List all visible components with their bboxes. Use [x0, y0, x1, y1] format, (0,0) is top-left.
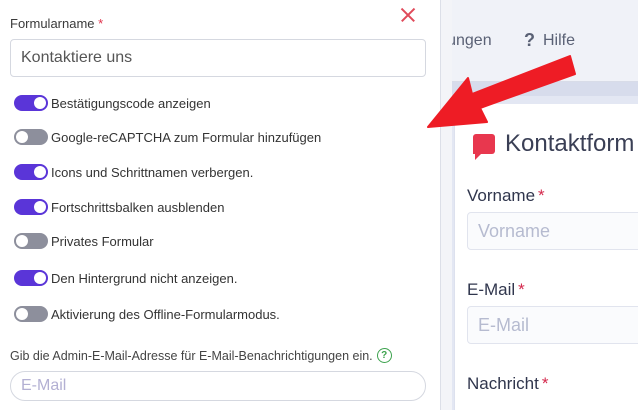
field-label-email: E-Mail *: [467, 280, 525, 299]
toggle-row-hide-icons[interactable]: Icons und Schrittnamen verbergen.: [14, 162, 253, 182]
toggle-label: Privates Formular: [51, 233, 154, 249]
toggle-row-recaptcha[interactable]: Google-reCAPTCHA zum Formular hinzufügen: [14, 127, 321, 147]
help-circle-icon[interactable]: ?: [376, 348, 392, 363]
toggle-row-confirmation-code[interactable]: Bestätigungscode anzeigen: [14, 93, 211, 113]
divider-strip: [452, 82, 638, 96]
toggle-switch[interactable]: [14, 306, 48, 322]
toggle-row-private-form[interactable]: Privates Formular: [14, 231, 154, 251]
toggle-row-hide-background[interactable]: Den Hintergrund nicht anzeigen.: [14, 268, 237, 288]
toggle-label: Fortschrittsbalken ausblenden: [51, 199, 225, 215]
close-icon[interactable]: [397, 4, 419, 26]
field-label-nachricht: Nachricht *: [467, 374, 549, 393]
vorname-input[interactable]: Vorname: [467, 212, 638, 250]
admin-email-label: Gib die Admin-E-Mail-Adresse für E-Mail-…: [10, 348, 392, 363]
form-preview-title: Kontaktform: [473, 130, 635, 160]
toggle-label: Google-reCAPTCHA zum Formular hinzufügen: [51, 129, 322, 145]
toggle-switch[interactable]: [14, 129, 48, 145]
toggle-label: Bestätigungscode anzeigen: [51, 95, 211, 111]
form-title-text: Kontaktform: [505, 130, 635, 157]
help-question-icon: ?: [524, 30, 535, 50]
form-name-label: Formularname *: [10, 16, 104, 31]
panel-edge: [441, 0, 452, 410]
toggle-switch[interactable]: [14, 164, 48, 180]
toggle-row-offline-mode[interactable]: Aktivierung des Offline-Formularmodus.: [14, 304, 280, 324]
toggle-label: Den Hintergrund nicht anzeigen.: [51, 270, 238, 286]
toggle-switch[interactable]: [14, 199, 48, 215]
toggle-switch[interactable]: [14, 95, 48, 111]
email-preview-input[interactable]: E-Mail: [467, 306, 638, 344]
nav-item-help[interactable]: ? Hilfe: [524, 30, 575, 51]
toggle-row-hide-progress[interactable]: Fortschrittsbalken ausblenden: [14, 197, 224, 217]
form-name-input[interactable]: [10, 39, 426, 77]
chat-bubble-icon: [473, 134, 495, 160]
top-navigation: llungen ? Hilfe: [440, 0, 638, 82]
nav-help-label: Hilfe: [543, 31, 576, 49]
form-settings-panel: Formularname * Bestätigungscode anzeigen…: [0, 0, 441, 410]
toggle-label: Icons und Schrittnamen verbergen.: [51, 164, 254, 180]
background-form-app: llungen ? Hilfe Kontaktform Vorname * Vor…: [440, 0, 638, 410]
toggle-switch[interactable]: [14, 270, 48, 286]
toggle-switch[interactable]: [14, 233, 48, 249]
field-label-vorname: Vorname *: [467, 186, 545, 205]
form-preview-card: Kontaktform Vorname * Vorname E-Mail * E-M…: [454, 104, 638, 410]
admin-email-input[interactable]: [10, 371, 426, 401]
toggle-label: Aktivierung des Offline-Formularmodus.: [51, 306, 280, 322]
